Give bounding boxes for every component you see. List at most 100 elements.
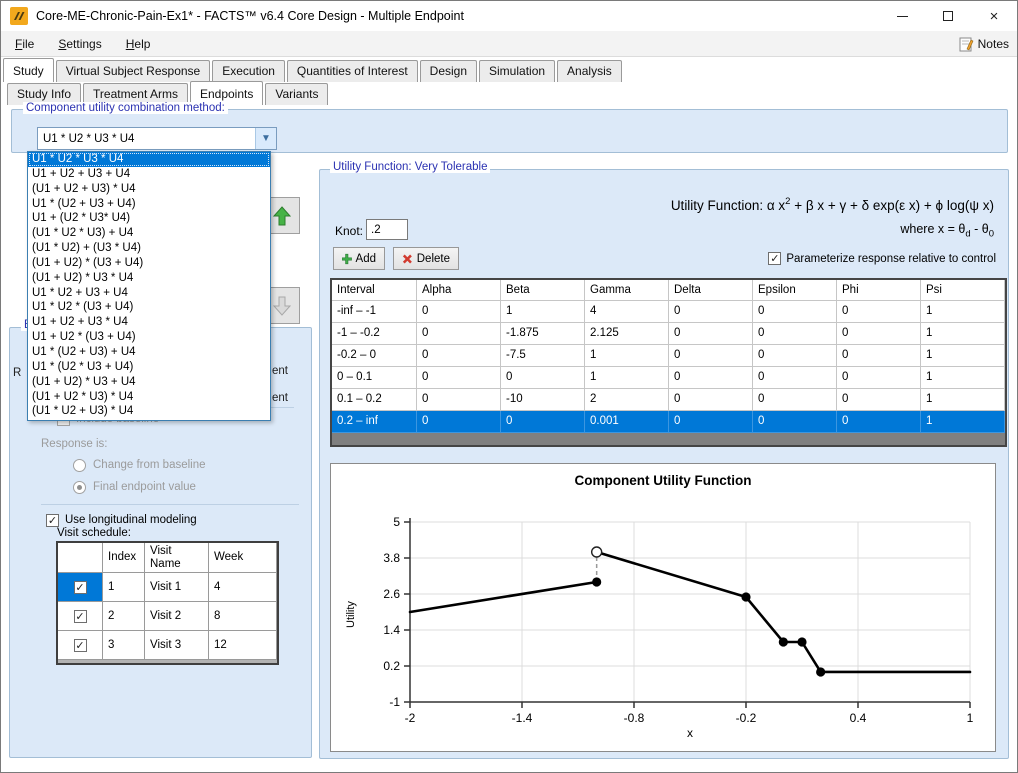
param-cell[interactable]: 0: [417, 323, 501, 345]
param-cell[interactable]: 0.2 – inf: [332, 411, 417, 433]
param-cell[interactable]: 1: [585, 367, 669, 389]
combination-method-combobox[interactable]: U1 * U2 * U3 * U4 ▼: [37, 127, 277, 150]
visit-week-cell[interactable]: 8: [209, 602, 277, 631]
maximize-button[interactable]: [925, 1, 971, 31]
visit-name-cell[interactable]: Visit 3: [145, 631, 209, 660]
param-cell[interactable]: 0: [669, 367, 753, 389]
param-cell[interactable]: 0: [501, 367, 585, 389]
tab-analysis[interactable]: Analysis: [557, 60, 622, 82]
visit-enabled-checkbox[interactable]: ✓: [74, 639, 87, 652]
param-cell[interactable]: 0: [837, 323, 921, 345]
dropdown-option[interactable]: U1 * (U2 + U3 + U4): [28, 197, 270, 212]
param-cell[interactable]: 0: [417, 345, 501, 367]
param-cell[interactable]: 0: [417, 389, 501, 411]
param-cell[interactable]: 1: [921, 411, 1005, 433]
subtab-variants[interactable]: Variants: [265, 83, 328, 105]
param-cell[interactable]: 4: [585, 301, 669, 323]
param-cell[interactable]: 0: [417, 367, 501, 389]
add-button[interactable]: Add: [333, 247, 385, 270]
param-cell[interactable]: 0: [837, 345, 921, 367]
param-cell[interactable]: 0: [669, 323, 753, 345]
param-cell[interactable]: 1: [501, 301, 585, 323]
delete-button[interactable]: Delete: [393, 247, 459, 270]
param-cell[interactable]: 0: [753, 345, 837, 367]
tab-design[interactable]: Design: [420, 60, 477, 82]
visit-week-cell[interactable]: 4: [209, 573, 277, 602]
param-cell[interactable]: 0: [837, 411, 921, 433]
notes-button[interactable]: Notes: [958, 31, 1009, 57]
dropdown-option[interactable]: U1 * (U2 * U3 + U4): [28, 360, 270, 375]
param-cell[interactable]: 0: [669, 301, 753, 323]
param-cell[interactable]: 0: [501, 411, 585, 433]
dropdown-option[interactable]: U1 * (U2 + U3) + U4: [28, 345, 270, 360]
dropdown-option[interactable]: (U1 * U2 * U3) + U4: [28, 226, 270, 241]
visit-index-cell[interactable]: 1: [103, 573, 145, 602]
combination-method-dropdown-list[interactable]: U1 * U2 * U3 * U4U1 + U2 + U3 + U4(U1 + …: [27, 151, 271, 421]
knot-input[interactable]: [366, 219, 408, 240]
tab-study[interactable]: Study: [3, 58, 54, 82]
param-cell[interactable]: 0: [669, 411, 753, 433]
visit-index-cell[interactable]: 2: [103, 602, 145, 631]
dropdown-option[interactable]: (U1 + U2) * (U3 + U4): [28, 256, 270, 271]
param-cell[interactable]: 1: [921, 345, 1005, 367]
menu-settings[interactable]: Settings: [48, 33, 111, 55]
param-cell[interactable]: 0: [837, 389, 921, 411]
dropdown-option[interactable]: U1 + (U2 * U3* U4): [28, 211, 270, 226]
param-cell[interactable]: 0.1 – 0.2: [332, 389, 417, 411]
dropdown-option[interactable]: U1 * U2 * (U3 + U4): [28, 300, 270, 315]
param-cell[interactable]: 0: [753, 301, 837, 323]
dropdown-option[interactable]: U1 * U2 * U3 * U4: [28, 152, 270, 167]
param-cell[interactable]: 0: [417, 301, 501, 323]
dropdown-option[interactable]: (U1 * U2) + (U3 * U4): [28, 241, 270, 256]
param-cell[interactable]: 0: [837, 367, 921, 389]
param-cell[interactable]: 0: [753, 367, 837, 389]
visit-name-cell[interactable]: Visit 2: [145, 602, 209, 631]
minimize-button[interactable]: [879, 1, 925, 31]
param-cell[interactable]: -1 – -0.2: [332, 323, 417, 345]
dropdown-option[interactable]: U1 * U2 + U3 + U4: [28, 286, 270, 301]
param-cell[interactable]: 0: [753, 389, 837, 411]
param-cell[interactable]: 0: [753, 411, 837, 433]
visit-enabled-checkbox[interactable]: ✓: [74, 610, 87, 623]
param-cell[interactable]: 0: [417, 411, 501, 433]
dropdown-option[interactable]: (U1 + U2) * U3 * U4: [28, 271, 270, 286]
dropdown-option[interactable]: U1 + U2 + U3 + U4: [28, 167, 270, 182]
dropdown-option[interactable]: (U1 + U2 + U3) * U4: [28, 182, 270, 197]
visit-index-cell[interactable]: 3: [103, 631, 145, 660]
close-button[interactable]: ×: [971, 1, 1017, 31]
param-cell[interactable]: -10: [501, 389, 585, 411]
param-cell[interactable]: 2.125: [585, 323, 669, 345]
tab-quantities-of-interest[interactable]: Quantities of Interest: [287, 60, 418, 82]
parameterize-checkbox-row[interactable]: ✓ Parameterize response relative to cont…: [768, 252, 996, 265]
chevron-down-icon[interactable]: ▼: [255, 128, 276, 149]
menu-file[interactable]: File: [5, 33, 44, 55]
dropdown-option[interactable]: (U1 + U2 * U3) * U4: [28, 390, 270, 405]
tab-execution[interactable]: Execution: [212, 60, 285, 82]
tab-simulation[interactable]: Simulation: [479, 60, 555, 82]
param-cell[interactable]: 1: [921, 367, 1005, 389]
menu-help[interactable]: Help: [116, 33, 161, 55]
visit-name-cell[interactable]: Visit 1: [145, 573, 209, 602]
visit-enabled-checkbox[interactable]: ✓: [74, 581, 87, 594]
param-cell[interactable]: 0: [669, 389, 753, 411]
utility-chart[interactable]: 53.82.61.40.2-1-2-1.4-0.8-0.20.41: [331, 464, 995, 751]
param-cell[interactable]: 0: [837, 301, 921, 323]
param-cell[interactable]: 0.001: [585, 411, 669, 433]
param-cell[interactable]: -inf – -1: [332, 301, 417, 323]
param-cell[interactable]: -0.2 – 0: [332, 345, 417, 367]
dropdown-option[interactable]: (U1 * U2 + U3) * U4: [28, 404, 270, 419]
dropdown-option[interactable]: (U1 + U2) * U3 + U4: [28, 375, 270, 390]
param-cell[interactable]: 1: [921, 301, 1005, 323]
param-cell[interactable]: 0: [753, 323, 837, 345]
param-cell[interactable]: 1: [921, 323, 1005, 345]
tab-virtual-subject-response[interactable]: Virtual Subject Response: [56, 60, 211, 82]
param-cell[interactable]: 1: [921, 389, 1005, 411]
param-cell[interactable]: 2: [585, 389, 669, 411]
param-cell[interactable]: -7.5: [501, 345, 585, 367]
param-cell[interactable]: 0: [669, 345, 753, 367]
param-cell[interactable]: -1.875: [501, 323, 585, 345]
param-cell[interactable]: 0 – 0.1: [332, 367, 417, 389]
param-cell[interactable]: 1: [585, 345, 669, 367]
dropdown-option[interactable]: U1 + U2 * (U3 + U4): [28, 330, 270, 345]
dropdown-option[interactable]: U1 + U2 + U3 * U4: [28, 315, 270, 330]
